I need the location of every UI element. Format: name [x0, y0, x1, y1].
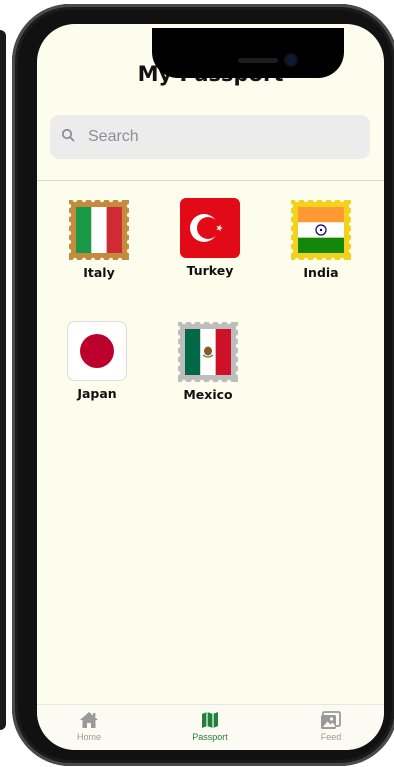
country-label: Turkey	[186, 263, 234, 278]
country-item-mexico[interactable]: Mexico	[163, 319, 253, 402]
italy-flag-icon	[66, 197, 132, 263]
india-stamp	[288, 197, 354, 263]
country-item-turkey[interactable]: Turkey	[165, 198, 255, 278]
country-item-japan[interactable]: Japan	[52, 321, 142, 401]
country-label: Japan	[77, 386, 117, 401]
turkey-stamp	[180, 198, 240, 258]
home-icon	[80, 712, 98, 728]
india-flag-icon	[288, 197, 354, 263]
country-label: Italy	[83, 265, 115, 280]
country-item-italy[interactable]: Italy	[54, 197, 144, 280]
search-icon	[61, 128, 75, 142]
app-screen: My Passport Search	[37, 24, 384, 750]
tab-label: Home	[76, 732, 101, 742]
country-item-india[interactable]: India	[276, 197, 366, 280]
search-input[interactable]: Search	[88, 115, 139, 159]
tab-feed[interactable]: Feed	[291, 709, 371, 742]
phone-device: My Passport Search	[0, 0, 394, 767]
japan-stamp	[67, 321, 127, 381]
map-icon	[202, 712, 218, 728]
adjacent-device-edge	[0, 30, 6, 730]
search-bar[interactable]: Search	[50, 115, 370, 159]
tab-home[interactable]: Home	[49, 709, 129, 742]
turkey-flag-icon	[180, 198, 240, 258]
photo-icon	[321, 711, 341, 729]
speaker-grille	[238, 58, 278, 63]
divider	[37, 180, 384, 181]
tab-label: Feed	[320, 732, 342, 742]
mexico-stamp	[175, 319, 241, 385]
tab-bar: Home Passport Feed	[37, 704, 384, 750]
tab-passport[interactable]: Passport	[170, 709, 250, 742]
tab-label: Passport	[192, 732, 228, 742]
country-label: Mexico	[183, 387, 233, 402]
italy-stamp	[66, 197, 132, 263]
front-camera	[286, 55, 296, 65]
mexico-flag-icon	[175, 319, 241, 385]
notch	[152, 28, 344, 78]
japan-flag-icon	[67, 321, 127, 381]
country-label: India	[303, 265, 339, 280]
